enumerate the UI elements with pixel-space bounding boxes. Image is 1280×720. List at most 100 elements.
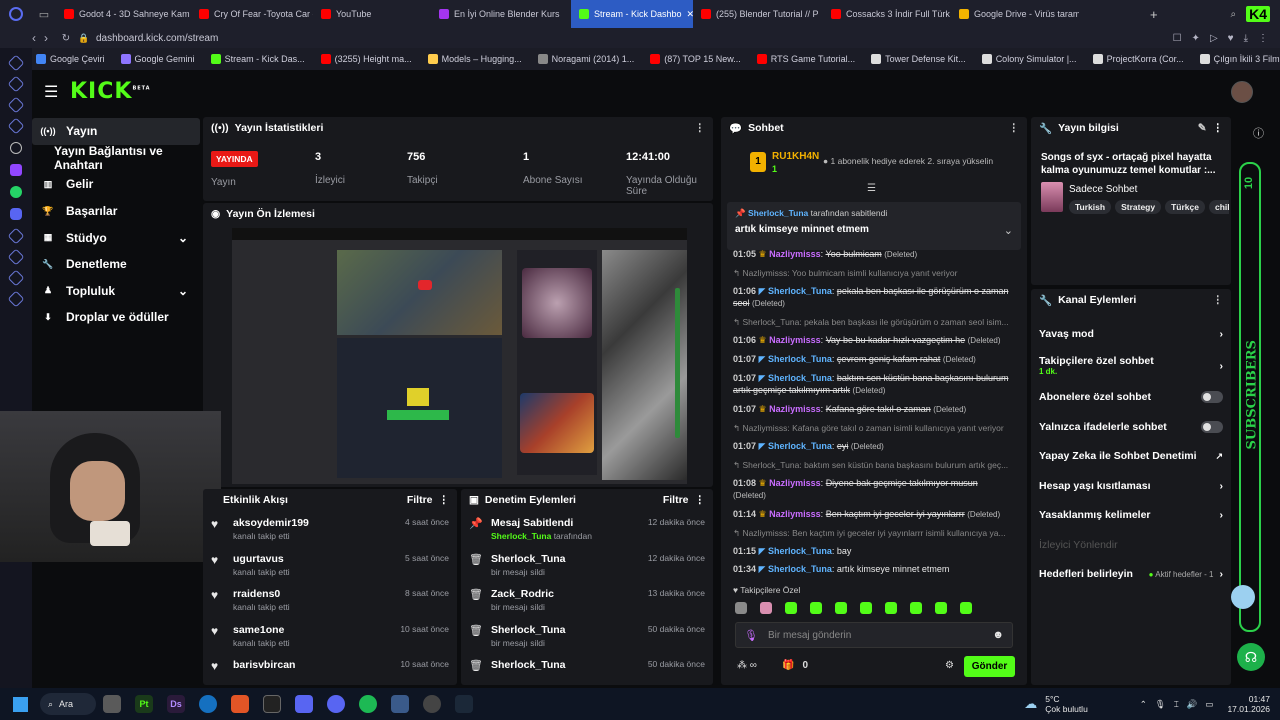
more-options-icon[interactable]: ⋮ xyxy=(1213,294,1224,306)
chat-message[interactable]: 01:07 ◤ Sherlock_Tuna: eyi (Deleted) xyxy=(721,440,1021,453)
more-options-icon[interactable]: ⋮ xyxy=(1009,122,1020,134)
toggle-switch[interactable] xyxy=(1201,391,1223,404)
stream-tag[interactable]: Türkçe xyxy=(1165,200,1205,214)
bookmark-item[interactable]: (87) TOP 15 New... xyxy=(644,54,747,64)
twitch-icon[interactable] xyxy=(10,164,22,176)
sidebar-item[interactable]: ((•)) Yayın xyxy=(32,118,200,145)
discord-taskbar-icon[interactable] xyxy=(327,695,345,713)
category-thumbnail[interactable] xyxy=(1041,182,1063,212)
spotify-icon[interactable] xyxy=(359,695,377,713)
channel-action-item[interactable]: Yasaklanmış kelimeler › xyxy=(1031,501,1231,531)
channel-action-item[interactable]: Abonelere özel sohbet xyxy=(1031,383,1231,413)
extensions-icon[interactable]: ✦ xyxy=(1192,33,1200,44)
moderation-item[interactable]: 📌 Mesaj Sabitlendi Sherlock_Tuna tarafında… xyxy=(461,517,713,553)
moderation-title[interactable]: Zack_Rodric xyxy=(491,588,554,600)
edge-icon[interactable] xyxy=(199,695,217,713)
new-tab-button[interactable]: + xyxy=(1150,7,1170,22)
browser-tab[interactable]: Godot 4 - 3D Sahneye Kam xyxy=(56,0,191,28)
bookmark-item[interactable]: Google Gemini xyxy=(115,54,201,64)
chat-username[interactable]: Sherlock_Tuna xyxy=(768,546,832,556)
chevron-right-icon[interactable]: › xyxy=(1220,480,1224,492)
activity-user[interactable]: rraidens0 xyxy=(233,588,290,600)
preview-video[interactable] xyxy=(232,228,687,484)
chevron-down-icon[interactable]: ⌄ xyxy=(178,284,200,298)
bookmark-item[interactable]: Google Çeviri xyxy=(30,54,111,64)
clock[interactable]: 01:47 17.01.2026 xyxy=(1227,694,1270,714)
chat-username[interactable]: Sherlock_Tuna xyxy=(768,354,832,364)
emote[interactable] xyxy=(785,602,797,614)
emoji-icon[interactable]: ☻ xyxy=(992,629,1004,641)
chat-message[interactable]: 01:07 ◤ Sherlock_Tuna: baktım sen küstün… xyxy=(721,372,1021,397)
photoshop-icon[interactable]: Pt xyxy=(135,695,153,713)
stream-tag[interactable]: Turkish xyxy=(1069,200,1112,214)
activity-user[interactable]: ugurtavus xyxy=(233,553,290,565)
chat-message[interactable]: 01:15 ◤ Sherlock_Tuna: bay xyxy=(721,545,1021,557)
heart-icon[interactable]: ♥ xyxy=(1228,33,1234,44)
back-icon[interactable]: ‹ xyxy=(0,31,36,45)
activity-user[interactable]: same1one xyxy=(233,624,290,636)
emote[interactable] xyxy=(760,602,772,614)
channel-action-item[interactable]: Yavaş mod › xyxy=(1031,319,1231,349)
sidebar-item[interactable]: Yayın Bağlantısı ve Anahtarı xyxy=(32,144,200,172)
reload-icon[interactable]: ↻ xyxy=(56,33,76,44)
address-bar[interactable]: dashboard.kick.com/stream xyxy=(96,33,218,44)
menu-icon[interactable]: ⋮ xyxy=(1258,33,1268,44)
chat-message[interactable]: 01:06 ◤ Sherlock_Tuna: pekala ben başkas… xyxy=(721,285,1021,310)
chevron-down-icon[interactable]: ⌄ xyxy=(1004,224,1013,237)
browser-tab[interactable]: Cry Of Fear -Toyota Car - xyxy=(191,0,313,28)
sidebar-item[interactable]: 🏆 Başarılar xyxy=(32,198,200,225)
side-app-icon[interactable] xyxy=(7,290,25,308)
sidebar-item[interactable]: ⬇ Droplar ve ödüller xyxy=(32,304,200,331)
set-goals-item[interactable]: Hedefleri belirleyin ● Aktif hedefler - 1… xyxy=(1031,560,1231,590)
external-link-icon[interactable]: ↗ xyxy=(1215,451,1223,462)
kick-logo[interactable]: KICKBETA xyxy=(70,79,151,104)
chat-username[interactable]: Nazliymisss xyxy=(769,404,821,414)
support-chat-icon[interactable]: ☊ xyxy=(1237,643,1265,671)
pinned-message[interactable]: 📌 Sherlock_Tuna tarafından sabitlendi ar… xyxy=(727,202,1021,250)
windows-start-icon[interactable] xyxy=(0,696,40,712)
browser-tab[interactable]: Cossacks 3 İndir Full Türk xyxy=(823,0,951,28)
chat-username[interactable]: Nazliymisss xyxy=(769,249,821,259)
browser-tab[interactable]: Google Drive - Virüs taram xyxy=(951,0,1079,28)
battery-icon[interactable]: ▭ xyxy=(1205,699,1213,710)
chat-message[interactable]: 01:07 ♛ Nazliymisss: Kafana göre takıl o… xyxy=(721,403,1021,416)
emote[interactable] xyxy=(810,602,822,614)
points-counter[interactable]: 🎁 0 xyxy=(782,660,808,671)
stream-tag[interactable]: Strategy xyxy=(1115,200,1162,214)
side-app-icon[interactable] xyxy=(7,227,25,245)
more-options-icon[interactable]: ⋮ xyxy=(1213,122,1224,134)
sidebar-item[interactable]: ▦ Stüdyo ⌄ xyxy=(32,224,200,251)
chat-username[interactable]: Sherlock_Tuna xyxy=(768,441,832,451)
filter-button[interactable]: Filtre xyxy=(663,494,689,506)
activity-item[interactable]: ♥ rraidens0 kanalı takip etti 8 saat önce xyxy=(203,588,457,624)
chat-username[interactable]: Sherlock_Tuna xyxy=(768,564,832,574)
activity-item[interactable]: ♥ aksoydemir199 kanalı takip etti 4 saat ön… xyxy=(203,517,457,553)
bookmark-icon[interactable]: ☐ xyxy=(1173,33,1182,44)
discord-icon[interactable] xyxy=(10,208,22,220)
channel-action-item[interactable]: Yapay Zeka ile Sohbet Denetimi ↗ xyxy=(1031,442,1231,472)
designer-icon[interactable]: Ds xyxy=(167,695,185,713)
moderation-title[interactable]: Mesaj Sabitlendi xyxy=(491,517,592,529)
app-icon[interactable] xyxy=(295,695,313,713)
channel-action-item[interactable]: Takipçilere özel sohbet 1 dk. › xyxy=(1031,349,1231,383)
tab-groups-icon[interactable]: ▭ xyxy=(32,8,56,21)
steam-icon[interactable] xyxy=(455,695,473,713)
emote[interactable] xyxy=(935,602,947,614)
browser-logo-icon[interactable] xyxy=(0,0,32,28)
tray-chevron-icon[interactable]: ⌃ xyxy=(1140,699,1147,710)
forward-icon[interactable]: › xyxy=(36,31,56,45)
bookmark-item[interactable]: Colony Simulator |... xyxy=(976,54,1083,64)
category-name[interactable]: Sadece Sohbet xyxy=(1069,184,1137,195)
chat-settings-icons[interactable]: ⁂ ∞ xyxy=(737,660,757,671)
chevron-down-icon[interactable]: ⌄ xyxy=(178,231,200,245)
bookmark-item[interactable]: Stream - Kick Das... xyxy=(205,54,311,64)
browser-tab[interactable]: En İyi Online Blender Kurs xyxy=(431,0,571,28)
activity-user[interactable]: barisvbircan xyxy=(233,659,295,671)
side-app-icon[interactable] xyxy=(7,96,25,114)
chat-username[interactable]: Sherlock_Tuna xyxy=(768,373,832,383)
volume-icon[interactable]: 🔊 xyxy=(1187,699,1198,710)
stream-tag[interactable]: chil xyxy=(1208,200,1229,214)
side-app-icon[interactable] xyxy=(7,248,25,266)
search-tabs-icon[interactable]: ⌕ xyxy=(1230,9,1236,20)
app-icon[interactable] xyxy=(391,695,409,713)
